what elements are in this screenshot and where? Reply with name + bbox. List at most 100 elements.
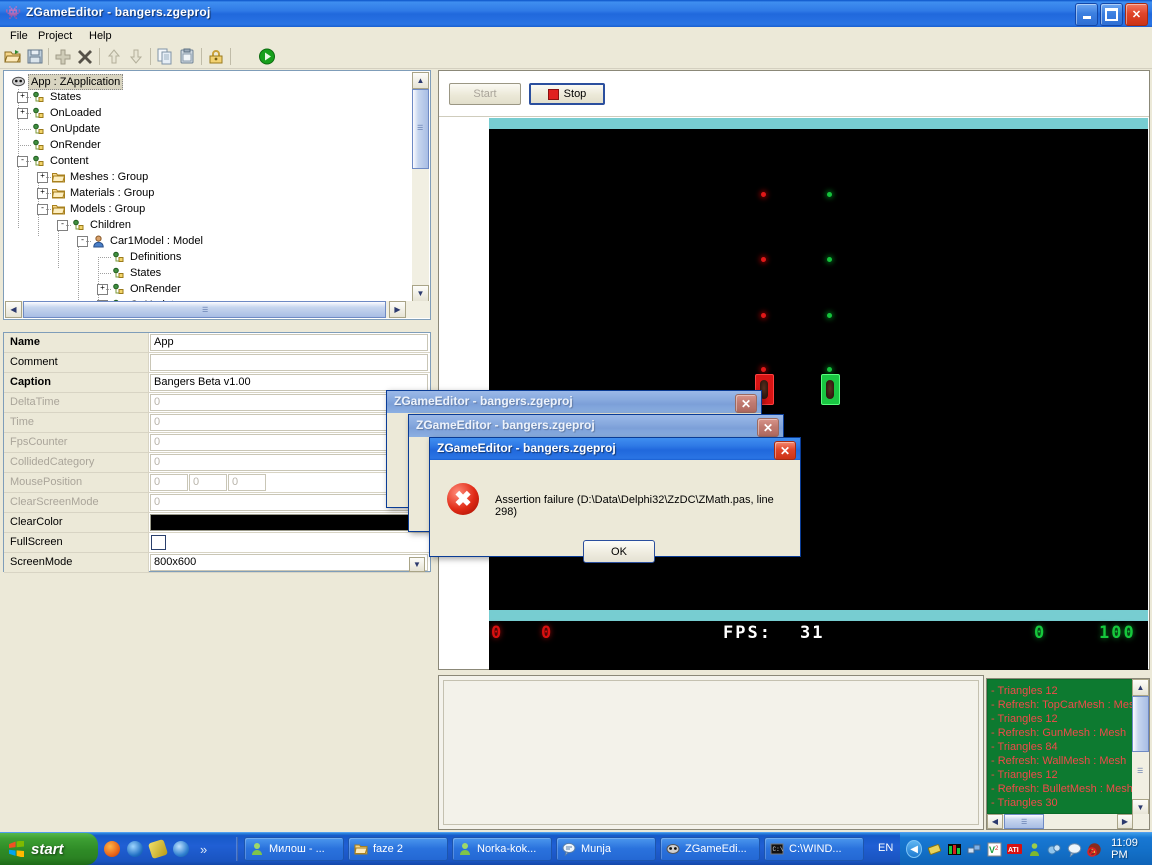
- dialog-ok-button[interactable]: OK: [583, 540, 655, 563]
- dialog-close-button[interactable]: ✕: [774, 441, 796, 460]
- assertion-failure-dialog[interactable]: ZGameEditor - bangers.zgeproj ✕ ✖ Assert…: [429, 437, 801, 563]
- property-row: MousePosition 0 0 0: [4, 473, 430, 493]
- log-line: - Refresh: GunMesh : Mesh: [991, 727, 1127, 739]
- taskbar-clock[interactable]: 11:09 PM: [1111, 837, 1152, 861]
- taskbar-item-3[interactable]: Munja: [556, 837, 656, 861]
- property-row: FullScreen: [4, 533, 430, 553]
- property-value[interactable]: App: [150, 334, 428, 351]
- component-icon: [32, 139, 45, 152]
- winamp-icon[interactable]: [147, 838, 169, 860]
- equalizer-tray-icon[interactable]: [947, 842, 962, 857]
- code-editor-area[interactable]: [443, 680, 979, 825]
- menu-help[interactable]: Help: [83, 29, 118, 43]
- start-button[interactable]: Start: [449, 83, 521, 105]
- property-checkbox[interactable]: [151, 535, 166, 550]
- stop-button[interactable]: Stop: [529, 83, 605, 105]
- project-tree-panel[interactable]: App : ZApplication + States + OnLoaded OnUpda…: [3, 70, 431, 320]
- menu-project[interactable]: Project: [32, 29, 78, 43]
- taskbar-item-0[interactable]: Милош - ...: [244, 837, 344, 861]
- tree-node-label: OnLoaded: [50, 107, 102, 119]
- log-scroll-right-button[interactable]: ▶: [1117, 814, 1133, 829]
- minimize-button[interactable]: [1075, 3, 1098, 26]
- firefox-icon[interactable]: [104, 841, 120, 857]
- open-icon[interactable]: [4, 48, 22, 65]
- taskbar-item-label: Munja: [581, 843, 611, 855]
- log-output[interactable]: - Triangles 12 - Refresh: TopCarMesh : Me…: [988, 680, 1132, 813]
- dialog-close-button[interactable]: ✕: [735, 394, 757, 413]
- log-line: - Triangles 12: [991, 685, 1058, 697]
- quick-launch-bar: »: [104, 833, 207, 865]
- tree-scroll-down-button[interactable]: ▼: [412, 285, 429, 302]
- tree-hscroll-thumb[interactable]: ☰: [23, 301, 386, 318]
- tree-scroll-right-button[interactable]: ▶: [389, 301, 406, 318]
- log-vscrollbar[interactable]: ▲ ☰ ▼: [1132, 679, 1149, 816]
- log-hscroll-thumb[interactable]: ☰: [1004, 814, 1044, 829]
- hud-fps-label: FPS:: [723, 623, 772, 643]
- taskbar-item-1[interactable]: faze 2: [348, 837, 448, 861]
- tray-expand-icon[interactable]: ◀: [906, 840, 923, 858]
- dialog-close-button[interactable]: ✕: [757, 418, 779, 437]
- paste-icon[interactable]: [178, 48, 196, 65]
- hud-score-right-1: 0: [1034, 623, 1047, 643]
- nod32-tray-icon[interactable]: V2: [987, 842, 1002, 857]
- start-button[interactable]: start: [0, 833, 98, 865]
- move-up-icon[interactable]: [105, 48, 123, 65]
- enemy-marker-green: [827, 192, 832, 197]
- hud-fps-value: 31: [800, 623, 825, 643]
- run-icon[interactable]: [258, 48, 276, 65]
- log-scroll-left-button[interactable]: ◀: [987, 814, 1003, 829]
- error-icon: ✖: [447, 483, 479, 515]
- tree-scroll-left-button[interactable]: ◀: [5, 301, 22, 318]
- scroll-grip-icon: ☰: [1021, 819, 1027, 826]
- network-tray-icon[interactable]: [967, 842, 982, 857]
- property-value[interactable]: Bangers Beta v1.00: [150, 374, 428, 391]
- chevron-down-icon[interactable]: ▼: [409, 557, 425, 572]
- log-scroll-up-button[interactable]: ▲: [1132, 679, 1149, 696]
- preview-pane: Start Stop 0 0 FPS: 31 0 100: [438, 70, 1150, 670]
- taskbar-item-4[interactable]: ZGameEdi...: [660, 837, 760, 861]
- save-icon[interactable]: [26, 48, 44, 65]
- show-more-icon[interactable]: »: [200, 842, 207, 857]
- delete-icon[interactable]: [76, 48, 94, 65]
- toolbar-separator: [99, 48, 100, 65]
- media-player-icon[interactable]: [173, 841, 189, 857]
- enemy-marker-red: [761, 367, 766, 372]
- user-tray-icon[interactable]: [1027, 842, 1042, 857]
- project-tree[interactable]: App : ZApplication + States + OnLoaded OnUpda…: [4, 71, 414, 303]
- property-value[interactable]: [150, 354, 428, 371]
- log-panel[interactable]: - Triangles 12 - Refresh: TopCarMesh : Me…: [986, 678, 1150, 830]
- antivirus-tray-icon[interactable]: a: [1087, 842, 1102, 857]
- lock-icon[interactable]: [207, 48, 225, 65]
- tree-rail: [58, 225, 59, 269]
- property-name: Time: [4, 413, 149, 432]
- winamp-tray-icon[interactable]: [927, 842, 942, 857]
- sound-tray-icon[interactable]: [1047, 842, 1062, 857]
- log-line: - Refresh: BulletMesh : Mesh: [991, 783, 1132, 795]
- code-editor-panel[interactable]: [438, 675, 984, 830]
- close-button[interactable]: ✕: [1125, 3, 1148, 26]
- tree-vscrollbar[interactable]: ▲ ☰ ▼: [412, 72, 429, 302]
- tree-scroll-up-button[interactable]: ▲: [412, 72, 429, 89]
- tree-hscrollbar[interactable]: ◀ ☰ ▶: [5, 301, 430, 318]
- property-value-component[interactable]: 0: [189, 474, 227, 491]
- internet-explorer-icon[interactable]: [127, 841, 143, 857]
- enemy-marker-green: [827, 367, 832, 372]
- taskbar-item-2[interactable]: Norka-kok...: [452, 837, 552, 861]
- messenger-tray-icon[interactable]: [1067, 842, 1082, 857]
- property-dropdown[interactable]: 800x600 ▼: [150, 554, 428, 572]
- add-icon[interactable]: [54, 48, 72, 65]
- taskbar-item-5[interactable]: C:\ C:\WIND...: [764, 837, 864, 861]
- color-swatch[interactable]: [150, 514, 428, 531]
- log-hscrollbar[interactable]: ◀ ☰ ▶: [987, 814, 1149, 829]
- property-grid[interactable]: Name App Comment Caption Bangers Beta v1.00 D…: [3, 332, 431, 573]
- menu-file[interactable]: File: [4, 29, 34, 43]
- copy-icon[interactable]: [156, 48, 174, 65]
- property-value-component[interactable]: 0: [150, 474, 188, 491]
- move-down-icon[interactable]: [127, 48, 145, 65]
- tree-node-label: Car1Model : Model: [110, 235, 203, 247]
- language-indicator[interactable]: EN: [878, 842, 893, 854]
- log-vscroll-thumb[interactable]: [1132, 696, 1149, 752]
- maximize-button[interactable]: [1100, 3, 1123, 26]
- property-value-component[interactable]: 0: [228, 474, 266, 491]
- ati-tray-icon[interactable]: ATI: [1007, 842, 1023, 857]
